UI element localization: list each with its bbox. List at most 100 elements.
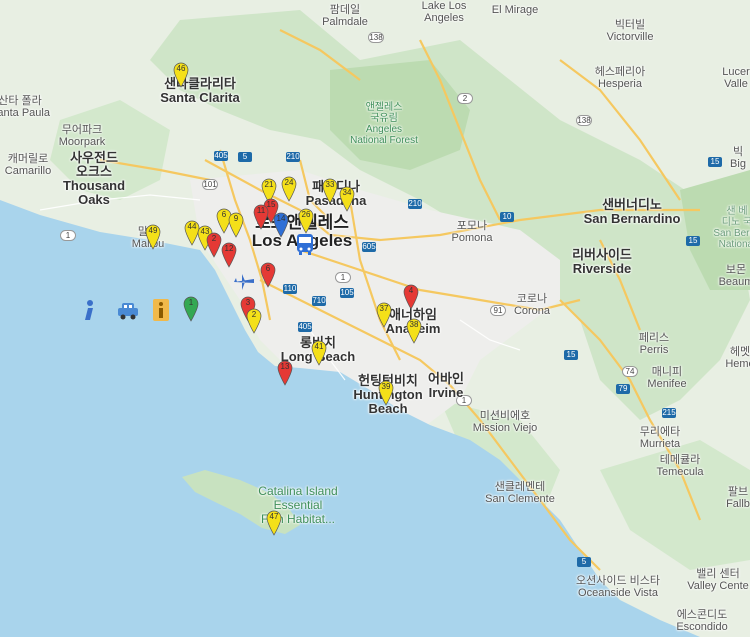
map-marker[interactable]: 37 <box>376 302 392 328</box>
map-marker[interactable]: 1 <box>183 296 199 322</box>
place-label-big-bear: 빅 Big <box>730 146 746 170</box>
place-label-murrieta: 무리에타 Murrieta <box>639 426 681 450</box>
place-label-angeles-national-forest: 앤젤레스 국유림 Angeles National Forest <box>350 102 418 146</box>
marker-number: 46 <box>176 64 186 73</box>
map-marker[interactable]: 4 <box>403 284 419 310</box>
map-marker[interactable]: 39 <box>378 380 394 406</box>
marker-number: 47 <box>269 512 279 521</box>
place-label-thousand-oaks: 사우전드 오크스 Thousand Oaks <box>62 150 126 207</box>
highway-shield: 91 <box>490 305 506 316</box>
map-marker[interactable]: 24 <box>281 176 297 202</box>
marker-number: 12 <box>224 244 234 253</box>
highway-shield: 2 <box>457 93 473 104</box>
marker-number: 21 <box>264 180 274 189</box>
map-marker[interactable]: 46 <box>173 62 189 88</box>
map-view[interactable]: 138 2 405 210 101 5 210 10 605 110 710 1… <box>0 0 750 637</box>
map-marker[interactable]: 6 <box>260 262 276 288</box>
marker-number: 9 <box>233 214 239 223</box>
place-label-el-mirage: El Mirage <box>491 4 539 16</box>
map-marker[interactable]: 49 <box>145 224 161 250</box>
place-label-hemet: 헤멧Heme <box>725 346 750 370</box>
highway-shield: 15 <box>708 157 722 167</box>
highway-shield: 74 <box>622 366 638 377</box>
map-marker[interactable]: 2 <box>206 232 222 258</box>
highway-shield: 605 <box>362 242 376 252</box>
map-marker[interactable]: 38 <box>406 318 422 344</box>
highway-shield: 210 <box>286 152 300 162</box>
highway-shield: 405 <box>214 151 228 161</box>
highway-shield: 405 <box>298 322 312 332</box>
highway-shield: 710 <box>312 296 326 306</box>
highway-shield: 5 <box>577 557 591 567</box>
highway-shield: 15 <box>564 350 578 360</box>
marker-number: 1 <box>188 298 194 307</box>
marker-number: 6 <box>265 264 271 273</box>
bus-icon[interactable] <box>294 232 316 256</box>
info-icon[interactable] <box>78 298 100 322</box>
place-label-camarillo: 캐머릴로 Camarillo <box>4 153 52 177</box>
place-label-escondido: 에스콘디도 Escondido <box>676 609 728 633</box>
marker-number: 2 <box>251 310 257 319</box>
airport-icon[interactable] <box>232 270 254 294</box>
place-label-pomona: 포모나 Pomona <box>451 220 493 244</box>
map-marker[interactable]: 34 <box>339 186 355 212</box>
marker-number: 49 <box>148 226 158 235</box>
map-marker[interactable]: 41 <box>311 340 327 366</box>
place-label-san-bernardino-forest: 샌 베디노 국San BernaNational <box>713 206 750 250</box>
place-label-hesperia: 헤스페리아 Hesperia <box>594 66 646 90</box>
place-label-lake-los-angeles: Lake Los Angeles <box>421 0 467 24</box>
place-label-fallbrook: 팔브 Fallb <box>726 486 750 510</box>
place-label-santa-paula: 산타 폴라Santa Paula <box>0 95 50 119</box>
highway-shield: 215 <box>662 408 676 418</box>
marker-number: 14 <box>276 214 286 223</box>
info-alt-icon[interactable] <box>150 298 172 322</box>
place-label-san-clemente: 샌클레멘테 San Clemente <box>485 481 555 505</box>
marker-number: 11 <box>256 206 266 215</box>
marker-number: 34 <box>342 188 352 197</box>
place-label-menifee: 매니피 Menifee <box>647 366 687 390</box>
marker-number: 4 <box>408 286 414 295</box>
map-marker[interactable]: 33 <box>322 178 338 204</box>
highway-shield: 1 <box>60 230 76 241</box>
place-label-oceanside: 오션사이드 비스타 Oceanside Vista <box>575 575 661 599</box>
place-label-corona: 코로나 Corona <box>513 293 551 317</box>
marker-number: 3 <box>245 298 251 307</box>
place-label-irvine: 어바인 Irvine <box>428 371 464 400</box>
map-base <box>0 0 750 637</box>
place-label-riverside: 리버사이드 Riverside <box>572 247 632 276</box>
highway-shield: 10 <box>500 212 514 222</box>
highway-shield: 15 <box>686 236 700 246</box>
marker-number: 37 <box>379 304 389 313</box>
marker-number: 39 <box>381 382 391 391</box>
place-label-victorville: 빅터빌 Victorville <box>606 19 654 43</box>
map-marker[interactable]: 14 <box>273 212 289 238</box>
place-label-moorpark: 무어파크 Moorpark <box>58 124 106 148</box>
place-label-mission-viejo: 미션비에호 Mission Viejo <box>472 410 538 434</box>
map-marker[interactable]: 2 <box>246 308 262 334</box>
place-label-palmdale: 팜데일 Palmdale <box>322 4 368 28</box>
marker-number: 13 <box>280 362 290 371</box>
marker-number: 2 <box>211 234 217 243</box>
map-marker[interactable]: 9 <box>228 212 244 238</box>
map-marker[interactable]: 26 <box>298 208 314 234</box>
place-label-lucerne: Lucer Valle <box>722 66 750 90</box>
map-marker[interactable]: 47 <box>266 510 282 536</box>
place-label-valley-center: 밸리 센터 Valley Cente <box>687 568 749 592</box>
highway-shield: 105 <box>340 288 354 298</box>
map-marker[interactable]: 13 <box>277 360 293 386</box>
taxi-icon[interactable] <box>116 298 138 322</box>
marker-number: 41 <box>314 342 324 351</box>
place-label-san-bernardino: 샌버너디노 San Bernardino <box>583 197 681 226</box>
highway-shield: 79 <box>616 384 630 394</box>
map-marker[interactable]: 12 <box>221 242 237 268</box>
map-marker[interactable]: 11 <box>253 204 269 230</box>
marker-number: 26 <box>301 210 311 219</box>
marker-number: 24 <box>284 178 294 187</box>
place-label-perris: 페리스 Perris <box>638 332 670 356</box>
highway-shield: 210 <box>408 199 422 209</box>
place-label-beaumont: 보몬 Beaum <box>718 264 750 288</box>
marker-number: 38 <box>409 320 419 329</box>
place-label-temecula: 테메큘라 Temecula <box>656 454 704 478</box>
marker-number: 33 <box>325 180 335 189</box>
highway-shield: 110 <box>283 284 297 294</box>
